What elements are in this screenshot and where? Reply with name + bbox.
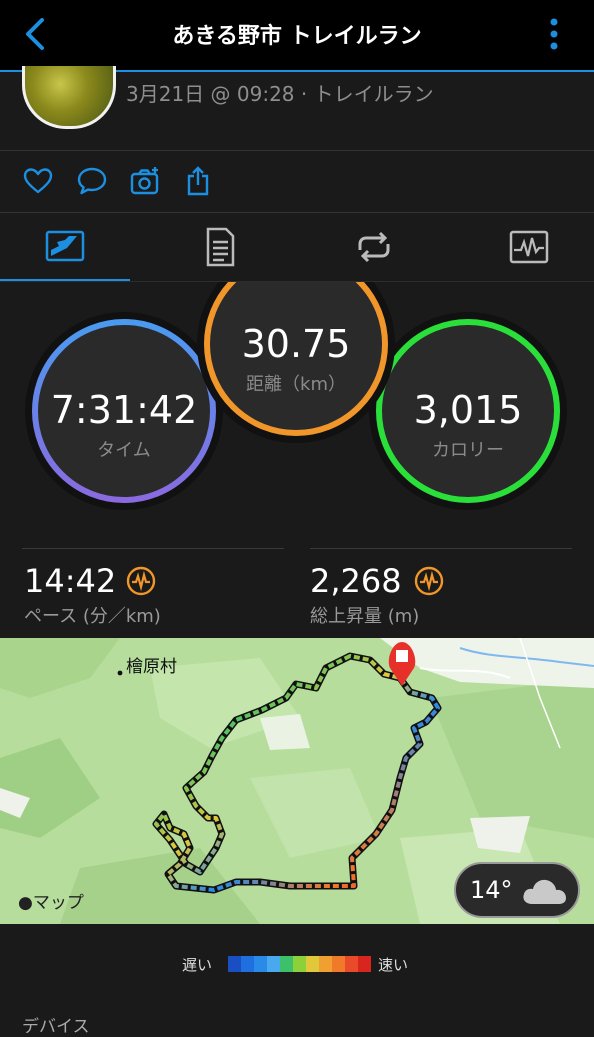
speed-legend-bar: [228, 956, 371, 972]
cloud-icon: [523, 879, 566, 904]
legend-swatch: [306, 956, 319, 972]
elevation-label: 総上昇量 (m): [310, 606, 420, 627]
time-value: 7:31:42: [50, 388, 198, 432]
pace-value: 14:42: [24, 562, 117, 600]
legend-swatch: [228, 956, 241, 972]
pulse-icon[interactable]: [126, 566, 156, 596]
comment-icon[interactable]: [76, 165, 108, 197]
legend-swatch: [358, 956, 371, 972]
pulse-icon[interactable]: [414, 566, 444, 596]
apple-logo-icon: ●: [18, 893, 33, 913]
legend-fast-label: 速い: [378, 956, 409, 974]
device-section-label: デバイス: [22, 1017, 90, 1037]
legend-swatch: [241, 956, 254, 972]
like-icon[interactable]: [22, 165, 54, 197]
time-label: タイム: [97, 440, 151, 461]
legend-swatch: [345, 956, 358, 972]
distance-value: 30.75: [241, 322, 351, 366]
pace-label: ペース (分／km): [24, 606, 161, 627]
legend-swatch: [293, 956, 306, 972]
legend-swatch: [319, 956, 332, 972]
elevation-value: 2,268: [310, 562, 402, 600]
avatar[interactable]: [22, 66, 116, 129]
legend-swatch: [254, 956, 267, 972]
weather-badge[interactable]: 14°: [454, 862, 580, 918]
distance-label: 距離（km）: [246, 374, 346, 395]
divider: [0, 212, 594, 213]
legend-swatch: [280, 956, 293, 972]
tab-laps-icon[interactable]: [354, 226, 394, 268]
weather-temp: 14°: [470, 876, 513, 904]
legend-swatch: [332, 956, 345, 972]
map-attribution: ●マップ: [18, 893, 84, 913]
calories-label: カロリー: [432, 440, 504, 461]
activity-meta: 3月21日 @ 09:28 · トレイルラン: [126, 82, 434, 106]
tab-details-icon[interactable]: [200, 226, 240, 268]
calories-value: 3,015: [413, 388, 523, 432]
top-bar: あきる野市 トレイルラン: [0, 0, 594, 70]
legend-slow-label: 遅い: [182, 956, 213, 974]
page-title: あきる野市 トレイルラン: [172, 24, 422, 49]
map-place-label: 檜原村: [126, 657, 177, 677]
tab-overview-icon[interactable]: [45, 226, 85, 268]
share-icon[interactable]: [183, 165, 215, 197]
tab-charts-icon[interactable]: [509, 226, 549, 268]
legend-swatch: [267, 956, 280, 972]
divider: [310, 548, 572, 549]
more-options-icon[interactable]: [548, 16, 560, 52]
divider: [22, 548, 284, 549]
divider: [0, 150, 594, 151]
add-photo-icon[interactable]: [129, 165, 161, 197]
